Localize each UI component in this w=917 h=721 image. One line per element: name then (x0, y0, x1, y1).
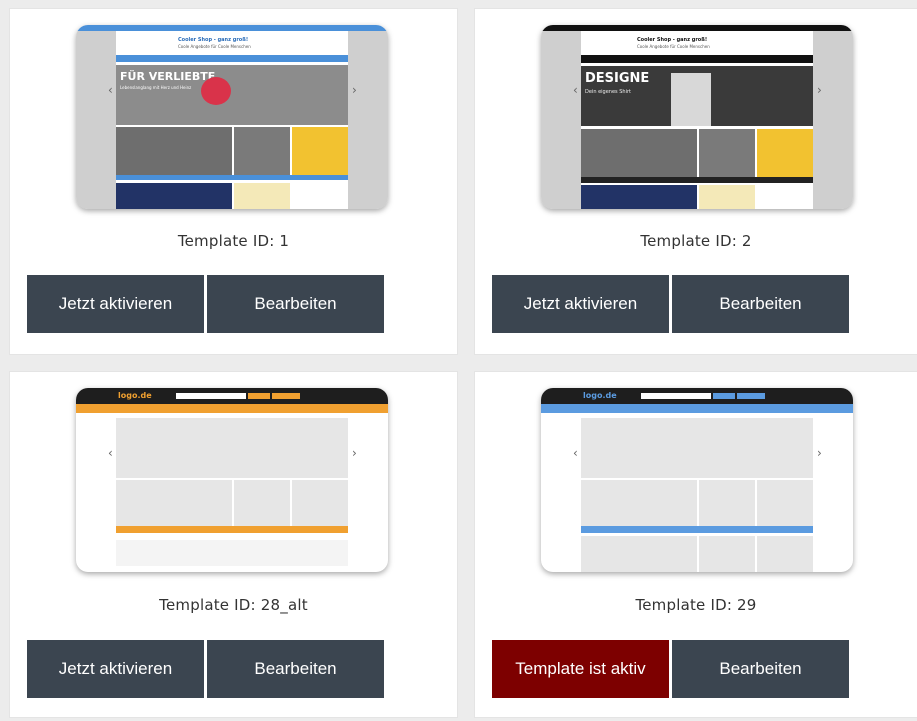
preview-shop-title: Cooler Shop - ganz groß! (637, 37, 708, 43)
preview-next-icon: › (817, 83, 822, 97)
preview-shop-title: Cooler Shop - ganz groß! (178, 37, 249, 43)
template-preview-28-alt: logo.de ‹ › (76, 388, 388, 572)
preview-banner-text: FÜR VERLIEBTE (120, 70, 216, 83)
preview-prev-icon: ‹ (108, 83, 113, 97)
preview-prev-icon: ‹ (573, 83, 578, 97)
preview-banner-subtitle: Lebenslanglang mit Herz und Heinz (120, 85, 192, 90)
preview-shop-subtitle: Coole Angebote für Coole Menschen (637, 44, 710, 49)
preview-banner-subtitle: Dein eigenes Shirt (585, 89, 631, 95)
edit-button[interactable]: Bearbeiten (207, 275, 384, 333)
template-card-2: Cooler Shop - ganz groß! Coole Angebote … (475, 9, 917, 354)
template-active-button[interactable]: Template ist aktiv (492, 640, 669, 698)
template-caption: Template ID: 29 (635, 596, 757, 614)
edit-button[interactable]: Bearbeiten (672, 275, 849, 333)
template-card-29: logo.de ‹ › Template ID: 29 Template ist… (475, 372, 917, 717)
activate-button[interactable]: Jetzt aktivieren (27, 275, 204, 333)
activate-button[interactable]: Jetzt aktivieren (27, 640, 204, 698)
preview-next-icon: › (352, 446, 357, 460)
preview-prev-icon: ‹ (573, 446, 578, 460)
template-preview-1: Cooler Shop - ganz groß! Coole Angebote … (76, 25, 388, 209)
preview-logo: logo.de (118, 391, 152, 400)
template-card-1: Cooler Shop - ganz groß! Coole Angebote … (10, 9, 457, 354)
template-caption: Template ID: 1 (177, 232, 290, 250)
edit-button[interactable]: Bearbeiten (672, 640, 849, 698)
template-preview-29: logo.de ‹ › (541, 388, 853, 572)
template-caption: Template ID: 28_alt (159, 596, 308, 614)
preview-logo: logo.de (583, 391, 617, 400)
preview-banner-text: DESIGNE (585, 71, 650, 86)
template-caption: Template ID: 2 (640, 232, 752, 250)
preview-next-icon: › (352, 83, 357, 97)
edit-button[interactable]: Bearbeiten (207, 640, 384, 698)
preview-next-icon: › (817, 446, 822, 460)
template-preview-2: Cooler Shop - ganz groß! Coole Angebote … (541, 25, 853, 209)
preview-shop-subtitle: Coole Angebote für Coole Menschen (178, 44, 251, 49)
template-card-28-alt: logo.de ‹ › Template ID: 28_alt Jetzt ak… (10, 372, 457, 717)
activate-button[interactable]: Jetzt aktivieren (492, 275, 669, 333)
preview-prev-icon: ‹ (108, 446, 113, 460)
